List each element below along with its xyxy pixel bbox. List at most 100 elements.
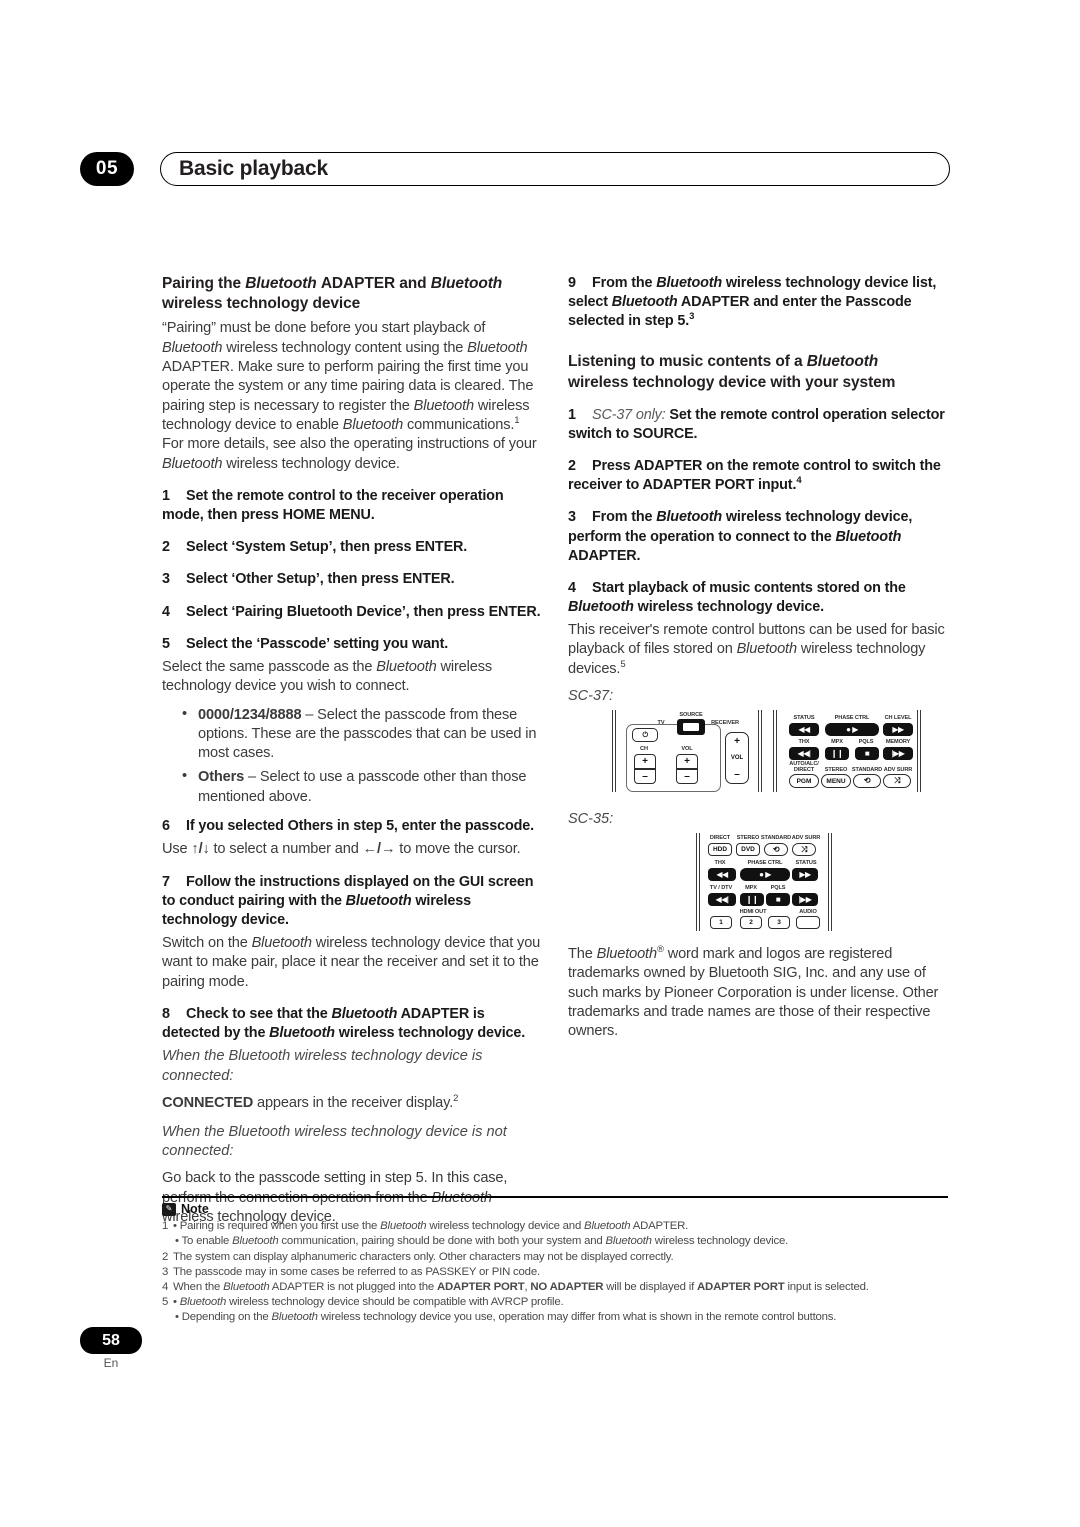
step-9: 9 From the Bluetooth wireless technology … <box>568 274 950 331</box>
step-1-text: Set the remote control to the receiver o… <box>162 487 504 524</box>
adv-surr-shuffle-button[interactable]: ⤨ <box>792 843 816 857</box>
thx-label: THX <box>798 739 810 746</box>
receiver-label: RECEIVER <box>711 720 739 727</box>
thx-label: THX <box>714 860 726 867</box>
passcode-options-list: 0000/1234/8888 – Select the passcode fro… <box>162 705 544 808</box>
mpx-pause-button[interactable]: ❙❙ <box>825 747 849 761</box>
rewind-icon: ◀◀ <box>716 869 728 879</box>
plus-icon: + <box>684 756 690 768</box>
note-number: 4 <box>162 1280 169 1293</box>
master-volume-rocker[interactable]: + VOL – <box>725 732 749 785</box>
play-icon: ● ▶ <box>759 869 771 879</box>
audio-label: AUDIO <box>799 909 817 916</box>
step-6-body: Use ↑/↓ to select a number and ←/→ to mo… <box>162 840 544 859</box>
note-item: 3 The passcode may in some cases be refer… <box>162 1265 948 1280</box>
memory-label: MEMORY <box>885 739 911 746</box>
hdmi-out-3-button[interactable]: 3 <box>768 916 790 930</box>
play-icon: ● ▶ <box>846 724 858 734</box>
listening-step-1-number: 1 <box>568 406 576 423</box>
step-7: 7 Follow the instructions displayed on th… <box>162 873 544 930</box>
left-column: Pairing the Bluetooth ADAPTER and Blueto… <box>162 274 544 1236</box>
bullet-1-bold: 0000/1234/8888 <box>198 706 302 723</box>
phase-ctrl-play-button[interactable]: ● ▶ <box>825 723 879 737</box>
caption-sc37: SC-37: <box>568 688 614 705</box>
hdd-button[interactable]: HDD <box>708 843 732 857</box>
standard-repeat-button[interactable]: ⟲ <box>853 774 881 789</box>
plus-icon: + <box>642 756 648 768</box>
listening-step-4-body: This receiver's remote control buttons c… <box>568 622 945 677</box>
step-8: 8 Check to see that the Bluetooth ADAPTER… <box>162 1005 544 1043</box>
minus-icon: – <box>684 771 690 783</box>
step-6-text: If you selected Others in step 5, enter … <box>186 818 534 835</box>
section-heading-pairing-line1: Pairing the Bluetooth ADAPTER and Blueto… <box>162 275 503 292</box>
note-text: The system can display alphanumeric char… <box>173 1250 674 1263</box>
hdmi-out-2-button[interactable]: 2 <box>740 916 762 930</box>
audio-button[interactable] <box>796 916 820 930</box>
pgm-button[interactable]: PGM <box>789 774 819 789</box>
power-icon: ⏻ <box>642 731 648 739</box>
ch-level-button[interactable]: ▶▶ <box>883 723 913 737</box>
list-item: 0000/1234/8888 – Select the passcode fro… <box>182 705 544 764</box>
standard-label: STANDARD <box>851 767 883 774</box>
step-4-text: Select ‘Pairing Bluetooth Device’, then … <box>186 603 541 620</box>
repeat-icon: ⟲ <box>863 776 871 786</box>
hdmi-out-3-label: 3 <box>777 919 781 927</box>
thx-rewind-button[interactable]: ◀◀ <box>708 868 736 882</box>
notes-divider <box>162 1196 948 1199</box>
tv-dtv-previous-button[interactable]: ◀◀| <box>708 893 736 907</box>
shuffle-icon: ⤨ <box>894 776 900 786</box>
menu-button[interactable]: MENU <box>821 774 851 789</box>
listening-step-1: 1 SC-37 only: Set the remote control oper… <box>568 406 950 444</box>
memory-next-button[interactable]: |▶▶ <box>883 747 913 761</box>
hdmi-out-label: HDMI OUT <box>739 909 767 916</box>
dvd-label: DVD <box>741 846 755 854</box>
next-track-icon: |▶▶ <box>798 894 812 904</box>
chapter-number-badge: 05 <box>80 152 134 186</box>
pqls-stop-button[interactable]: ■ <box>855 747 879 761</box>
listening-step-3-number: 3 <box>568 509 576 526</box>
vol-down-button[interactable]: – <box>676 769 698 785</box>
adv-surr-label: ADV SURR <box>883 767 913 774</box>
minus-icon: – <box>734 769 740 781</box>
next-track-button[interactable]: |▶▶ <box>792 893 818 907</box>
page-header: 05 Basic playback <box>80 152 950 188</box>
phase-ctrl-label: PHASE CTRL <box>834 715 870 722</box>
hdmi-out-1-button[interactable]: 1 <box>710 916 732 930</box>
pgm-label: PGM <box>796 777 812 785</box>
ch-down-button[interactable]: – <box>634 769 656 785</box>
stereo-label: STEREO <box>736 835 760 842</box>
adv-surr-label: ADV SURR <box>791 835 821 842</box>
step-2-number: 2 <box>162 539 170 556</box>
mpx-pause-button[interactable]: ❙❙ <box>740 893 764 907</box>
phase-ctrl-play-button[interactable]: ● ▶ <box>740 868 790 882</box>
dvd-button[interactable]: DVD <box>736 843 760 857</box>
pqls-stop-button[interactable]: ■ <box>766 893 790 907</box>
hdmi-out-1-label: 1 <box>719 919 723 927</box>
phase-ctrl-label: PHASE CTRL <box>747 860 783 867</box>
note-item: • Depending on the Bluetooth wireless te… <box>175 1311 837 1324</box>
right-column: 9 From the Bluetooth wireless technology … <box>568 274 950 1051</box>
vol-up-button[interactable]: + <box>676 754 698 770</box>
page-title: Basic playback <box>179 157 328 180</box>
power-button[interactable]: ⏻ <box>632 728 658 743</box>
note-bullet: • <box>175 1235 179 1248</box>
thx-button[interactable]: ◀◀| <box>789 747 819 761</box>
step-2-text: Select ‘System Setup’, then press ENTER. <box>186 539 468 556</box>
ch-up-button[interactable]: + <box>634 754 656 770</box>
step-6-body-pre: Use <box>162 841 192 858</box>
listening-step-4-text: Start playback of music contents stored … <box>568 579 906 615</box>
step-6-body-mid: to select a number and <box>209 841 363 858</box>
note-item: • To enable Bluetooth communication, pai… <box>175 1235 789 1248</box>
vol-label: VOL <box>681 746 693 753</box>
sc37-only-qualifier: SC-37 only: <box>592 406 666 423</box>
vol-label: VOL <box>730 755 744 762</box>
standard-label: STANDARD <box>760 835 792 842</box>
status-button[interactable]: ◀◀ <box>789 723 819 737</box>
rewind-icon: ◀◀ <box>798 724 810 734</box>
adv-surr-shuffle-button[interactable]: ⤨ <box>883 774 911 789</box>
status-forward-button[interactable]: ▶▶ <box>792 868 818 882</box>
ch-label: CH <box>640 746 648 753</box>
step-1-number: 1 <box>162 487 170 504</box>
step-8-connected-body: CONNECTED appears in the receiver displa… <box>162 1093 459 1112</box>
standard-repeat-button[interactable]: ⟲ <box>764 843 788 857</box>
